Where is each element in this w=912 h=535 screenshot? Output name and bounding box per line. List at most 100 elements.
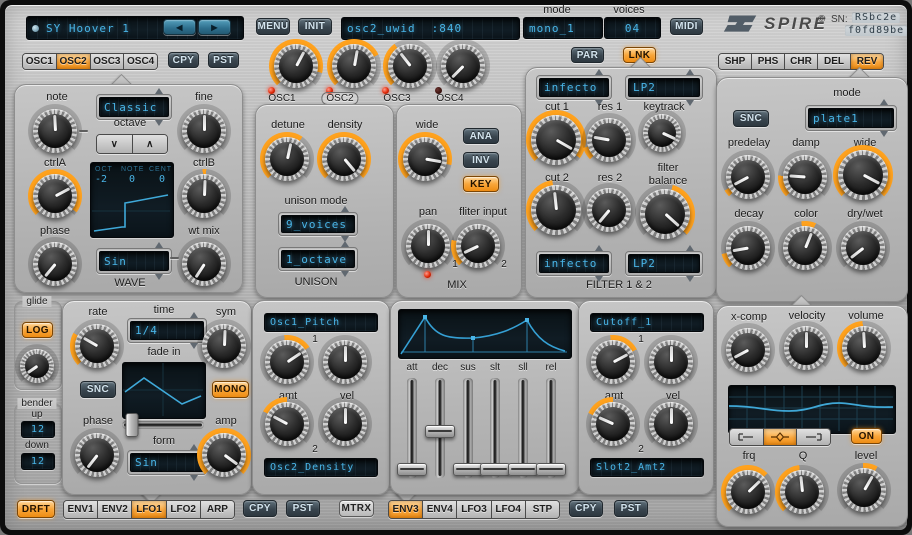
pan-knob[interactable] [406,224,450,268]
mod-right-paste-button[interactable]: PST [614,500,648,517]
tab-arp[interactable]: ARP [201,501,234,518]
osc3-level-knob[interactable] [388,44,432,88]
mod-b-vel2-knob[interactable] [649,402,693,446]
spinner-up-icon[interactable] [155,242,163,248]
preset-next-button[interactable]: ▶ [198,19,231,35]
tab-env1[interactable]: ENV1 [64,501,98,518]
mod-a-slot2-display[interactable]: Osc2_Density [264,458,378,477]
waveform-select[interactable]: Sin [96,248,172,274]
spinner-down-icon[interactable] [880,131,888,137]
unison-voices-select[interactable]: 9_voices [278,212,358,236]
spinner-up-icon[interactable] [686,245,694,251]
spinner-up-icon[interactable] [341,241,349,247]
velocity-knob[interactable] [784,326,828,370]
lfo-phase-knob[interactable] [75,433,119,477]
lfo-wave-display[interactable] [122,362,206,419]
tab-env2[interactable]: ENV2 [98,501,132,518]
wave-readout-display[interactable]: OCT NOTE CENT -2 0 0 [90,162,174,238]
filter-par-button[interactable]: PAR [571,47,604,63]
invert-button[interactable]: INV [463,152,499,168]
tab-shaper[interactable]: SHP [719,54,752,69]
wtmix-knob[interactable] [182,242,226,286]
cut1-knob[interactable] [531,115,581,165]
tab-env3[interactable]: ENV3 [389,501,423,518]
cut2-knob[interactable] [531,185,581,235]
fine-knob[interactable] [182,109,226,153]
unison-octave-select[interactable]: 1_octave [278,247,358,271]
mod-b-amt1-knob[interactable] [591,340,635,384]
keytrack-button[interactable]: KEY [463,176,499,192]
low-shelf-icon[interactable] [730,429,764,445]
matrix-button[interactable]: MTRX [339,500,374,517]
filter1-mode-select[interactable]: LP2 [625,75,703,100]
damp-knob[interactable] [783,155,827,199]
mod-b-slot1-display[interactable]: Cutoff_1 [590,313,704,332]
tab-lfo2[interactable]: LFO2 [167,501,201,518]
init-button[interactable]: INIT [298,18,332,35]
drywet-knob[interactable] [841,226,885,270]
reverb-wide-knob[interactable] [838,150,888,200]
ctrlb-knob[interactable] [182,174,226,218]
volume-knob[interactable] [842,326,886,370]
tab-osc4[interactable]: OSC4 [124,54,157,69]
spinner-down-icon[interactable] [686,100,694,106]
spinner-up-icon[interactable] [880,99,888,105]
eq-display[interactable] [728,385,896,434]
mod-a-slot1-display[interactable]: Osc1_Pitch [264,313,378,332]
tab-env4[interactable]: ENV4 [423,501,457,518]
midi-button[interactable]: MIDI [670,18,703,35]
menu-button[interactable]: MENU [256,18,290,35]
reverb-sync-button[interactable]: SNC [733,110,769,127]
level-knob[interactable] [842,468,886,512]
voice-mode-display[interactable]: mono_1 [523,17,603,39]
bender-up-display[interactable]: 12 [21,421,55,438]
note-knob[interactable] [33,109,77,153]
filter2-type-select[interactable]: infecto [536,251,612,276]
tab-chorus[interactable]: CHR [785,54,818,69]
mod-b-slot2-display[interactable]: Slot2_Amt2 [590,458,704,477]
spinner-up-icon[interactable] [595,69,603,75]
tab-stp[interactable]: STP [526,501,559,518]
phase-knob[interactable] [33,242,77,286]
spinner-up-icon[interactable] [341,206,349,212]
ctrla-knob[interactable] [33,174,77,218]
lfo-mono-button[interactable]: MONO [212,381,249,398]
tab-phaser[interactable]: PHS [752,54,785,69]
res1-knob[interactable] [587,118,631,162]
octave-down-button[interactable]: ∨ [97,135,133,153]
tab-osc2[interactable]: OSC2 [57,54,91,69]
filter1-type-select[interactable]: infecto [536,75,612,100]
attack-slider[interactable] [401,378,423,478]
filter2-mode-select[interactable]: LP2 [625,251,703,276]
analog-button[interactable]: ANA [463,128,499,144]
tab-delay[interactable]: DEL [818,54,851,69]
drift-button[interactable]: DRFT [17,500,55,518]
density-knob[interactable] [322,137,366,181]
spinner-down-icon[interactable] [155,120,163,126]
mod-a-vel1-knob[interactable] [323,340,367,384]
tab-osc1[interactable]: OSC1 [23,54,57,69]
amp-knob[interactable] [202,433,246,477]
mod-left-copy-button[interactable]: CPY [243,500,277,517]
osc2-level-knob[interactable] [332,44,376,88]
spinner-up-icon[interactable] [155,88,163,94]
peak-band-icon[interactable] [764,429,798,445]
filter-input-knob[interactable] [456,224,500,268]
glide-log-button[interactable]: LOG [22,322,53,338]
tab-lfo4[interactable]: LFO4 [492,501,526,518]
release-slider[interactable] [540,378,562,478]
spinner-up-icon[interactable] [686,69,694,75]
preset-prev-button[interactable]: ◀ [163,19,196,35]
mod-b-amt2-knob[interactable] [591,402,635,446]
keytrack-knob[interactable] [643,114,681,152]
envelope-display[interactable] [398,309,572,359]
lfo-fade-slider[interactable] [122,418,204,432]
xcomp-knob[interactable] [726,328,770,372]
high-shelf-icon[interactable] [797,429,830,445]
osc1-level-knob[interactable] [274,44,318,88]
osc-paste-button[interactable]: PST [208,52,239,68]
voices-display[interactable]: 04 [604,17,661,39]
filter-balance-knob[interactable] [640,189,690,239]
predelay-knob[interactable] [726,155,770,199]
frq-knob[interactable] [726,470,770,514]
